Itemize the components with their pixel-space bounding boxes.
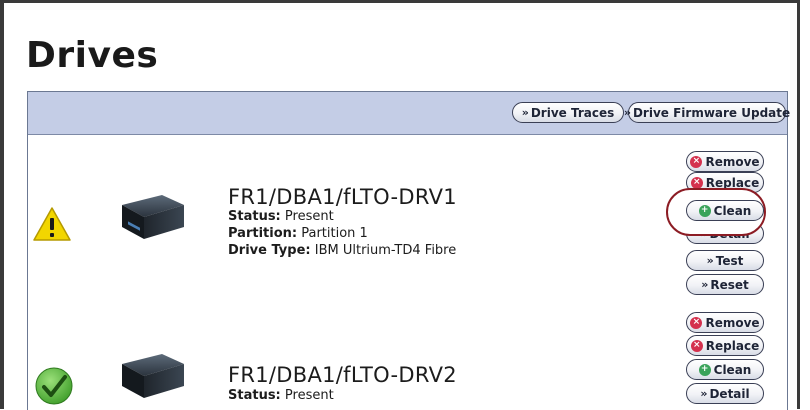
clean-label: Clean: [713, 203, 752, 218]
drive-name: FR1/DBA1/fLTO-DRV2: [228, 363, 457, 387]
partition-value: Partition 1: [301, 226, 368, 241]
clean-label: Clean: [713, 362, 752, 377]
double-chevron-icon: »: [700, 387, 707, 400]
remove-button[interactable]: × Remove: [686, 151, 764, 172]
drive-partition: Partition: Partition 1: [228, 226, 368, 241]
reset-label: Reset: [710, 277, 749, 292]
replace-icon: ×: [690, 339, 703, 352]
remove-icon: ×: [690, 316, 703, 329]
status-label: Status:: [228, 209, 281, 224]
detail-button[interactable]: » Detail: [686, 383, 764, 404]
drive-traces-button[interactable]: » Drive Traces: [512, 102, 624, 123]
drive-type: Drive Type: IBM Ultrium-TD4 Fibre: [228, 243, 456, 258]
clean-button[interactable]: + Clean: [686, 200, 764, 221]
drive-status: Status: Present: [228, 209, 334, 224]
frame-border-left: [0, 0, 4, 409]
check-icon: [35, 367, 73, 405]
replace-icon: ×: [690, 176, 703, 189]
replace-label: Replace: [705, 338, 760, 353]
remove-icon: ×: [690, 155, 703, 168]
clean-button[interactable]: + Clean: [686, 359, 764, 380]
double-chevron-icon: »: [701, 278, 708, 291]
drive-firmware-update-label: Drive Firmware Update: [632, 105, 791, 120]
frame-border-top: [0, 0, 800, 3]
detail-label: Detail: [709, 386, 750, 401]
status-value: Present: [284, 209, 334, 224]
partition-label: Partition:: [228, 226, 298, 241]
double-chevron-icon: »: [623, 106, 631, 119]
tape-drive-image: [122, 354, 184, 398]
drives-toolbar: » Drive Traces » Drive Firmware Update: [28, 92, 790, 135]
drive-status: Status: Present: [228, 388, 334, 403]
drive-name: FR1/DBA1/fLTO-DRV1: [228, 185, 457, 209]
clean-icon: +: [698, 204, 711, 217]
page-title: Drives: [26, 35, 159, 76]
drive-type-value: IBM Ultrium-TD4 Fibre: [314, 243, 457, 258]
remove-label: Remove: [705, 154, 760, 169]
drive-traces-label: Drive Traces: [530, 105, 615, 120]
reset-button[interactable]: » Reset: [686, 274, 764, 295]
replace-button[interactable]: × Replace: [686, 335, 764, 356]
drive-firmware-update-button[interactable]: » Drive Firmware Update: [624, 102, 790, 123]
status-label: Status:: [228, 388, 281, 403]
double-chevron-icon: »: [521, 106, 529, 119]
tape-drive-image: [122, 195, 184, 239]
remove-button[interactable]: × Remove: [686, 312, 764, 333]
drive-type-label: Drive Type:: [228, 243, 311, 258]
remove-label: Remove: [705, 315, 760, 330]
warning-icon: [33, 207, 71, 241]
clean-icon: +: [698, 363, 711, 376]
double-chevron-icon: »: [706, 254, 714, 267]
status-value: Present: [284, 388, 334, 403]
test-label: Test: [715, 253, 744, 268]
test-button[interactable]: » Test: [686, 250, 764, 271]
